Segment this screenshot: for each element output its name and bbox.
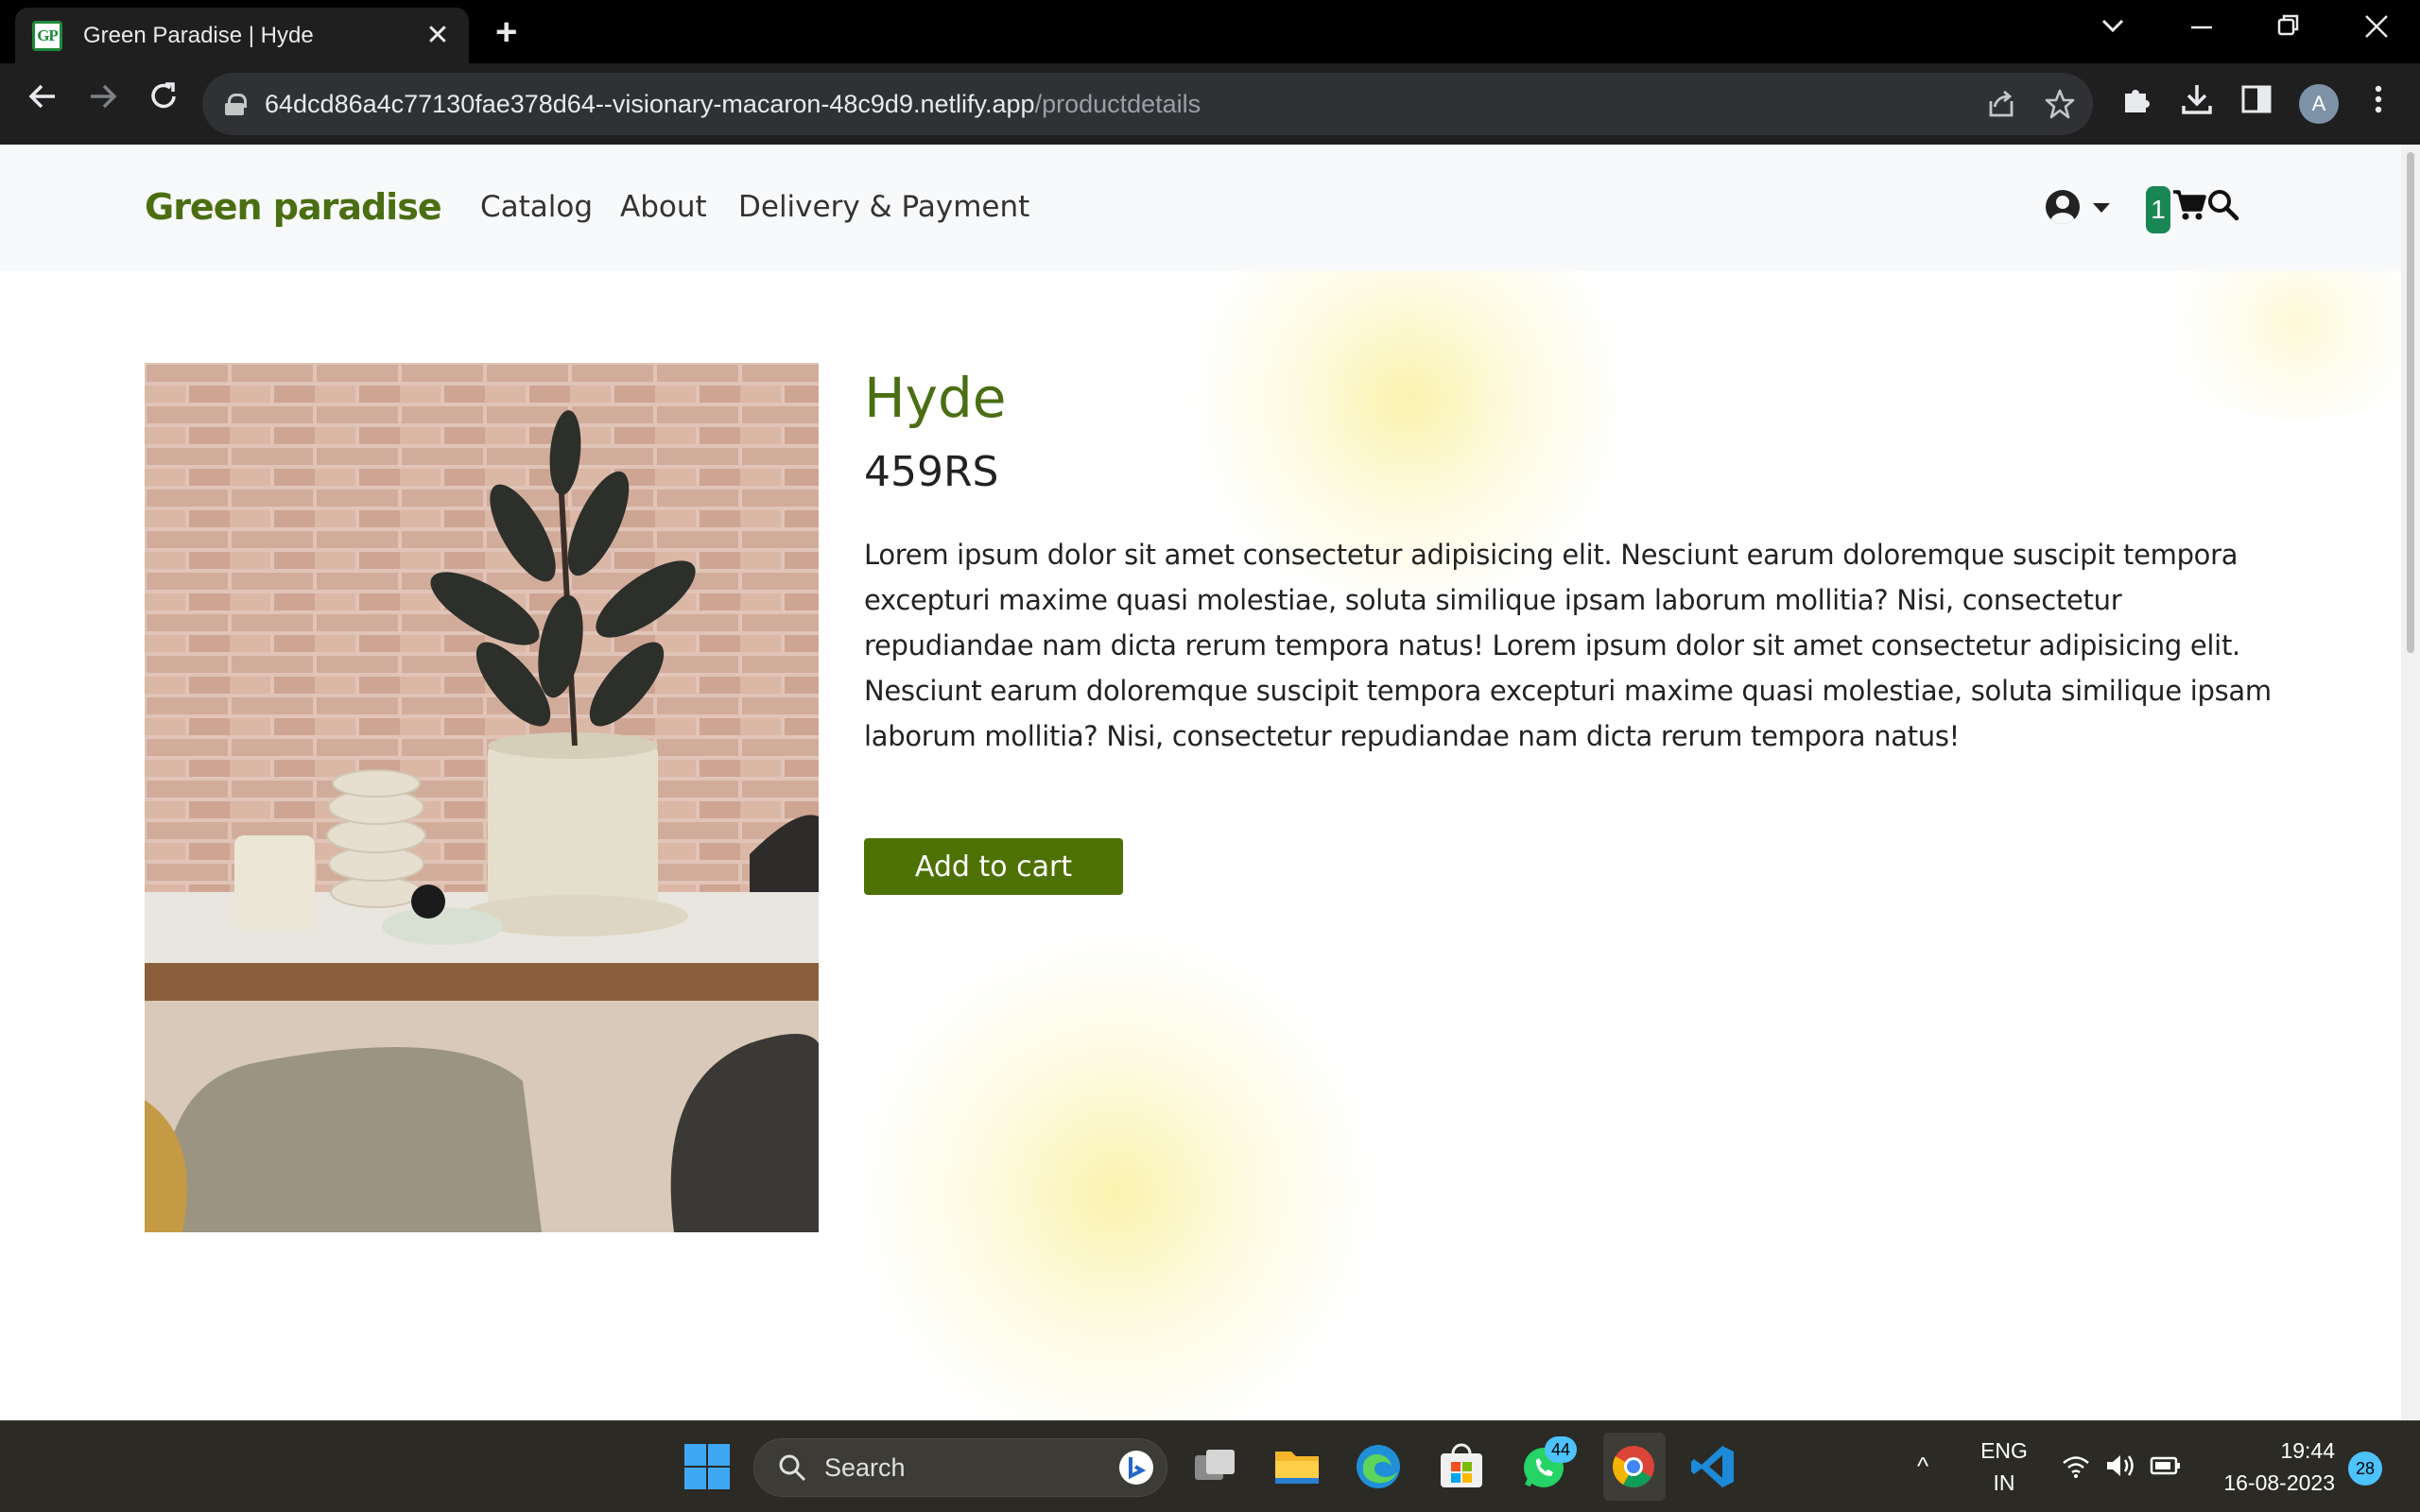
os-taskbar: Search 44 ^ ENG IN 19:44 16-08-2023 28 [0, 1420, 2420, 1512]
site-favicon-icon: GP [32, 20, 62, 51]
region-indicator[interactable]: IN [1976, 1470, 2032, 1496]
battery-icon[interactable] [2150, 1453, 2182, 1484]
microsoft-store-icon[interactable] [1437, 1442, 1486, 1491]
back-arrow-icon[interactable] [19, 80, 66, 120]
extensions-puzzle-icon[interactable] [2119, 82, 2153, 125]
search-icon[interactable] [2206, 188, 2240, 227]
user-account-icon[interactable] [2046, 190, 2080, 224]
tab-title: Green Paradise | Hyde [83, 22, 314, 48]
clock-date[interactable]: 16-08-2023 [2203, 1470, 2335, 1496]
site-brand-logo[interactable]: Green paradise [145, 186, 442, 228]
notification-count-badge[interactable]: 28 [2348, 1452, 2382, 1486]
taskbar-search-label: Search [824, 1452, 906, 1482]
new-tab-icon[interactable]: + [495, 13, 517, 51]
file-explorer-icon[interactable] [1272, 1442, 1322, 1491]
side-panel-icon[interactable] [2240, 82, 2273, 125]
web-page: Green paradise Catalog About Delivery & … [0, 145, 2420, 1420]
cart-count-badge[interactable]: 1 [2146, 186, 2170, 233]
tab-strip: GP Green Paradise | Hyde ✕ + [0, 0, 2420, 63]
edge-browser-icon[interactable] [1354, 1442, 1403, 1491]
scrollbar-thumb[interactable] [2407, 152, 2414, 653]
windows-start-icon[interactable] [683, 1442, 732, 1491]
vscode-icon[interactable] [1688, 1442, 1737, 1491]
nav-link-delivery-payment[interactable]: Delivery & Payment [738, 190, 1029, 224]
close-window-icon[interactable] [2363, 11, 2390, 46]
shopping-cart-icon[interactable] [2172, 186, 2206, 227]
site-navbar: Green paradise Catalog About Delivery & … [0, 145, 2401, 271]
browser-tab[interactable]: GP Green Paradise | Hyde ✕ [15, 8, 469, 63]
wifi-icon[interactable] [2061, 1452, 2091, 1486]
url-path: /productdetails [1034, 89, 1201, 118]
download-icon[interactable] [2180, 82, 2214, 125]
search-icon [779, 1454, 806, 1482]
reload-icon[interactable] [140, 80, 187, 120]
task-view-icon[interactable] [1191, 1442, 1240, 1491]
product-title: Hyde [864, 366, 1007, 430]
volume-icon[interactable] [2104, 1452, 2136, 1486]
chrome-icon[interactable] [1609, 1442, 1658, 1491]
language-indicator[interactable]: ENG [1976, 1438, 2032, 1464]
share-icon[interactable] [1985, 88, 2017, 128]
product-price: 459RS [864, 448, 999, 496]
add-to-cart-button[interactable]: Add to cart [864, 838, 1123, 895]
bookmark-star-icon[interactable] [2044, 88, 2076, 128]
browser-toolbar: 64dcd86a4c77130fae378d64--visionary-maca… [0, 63, 2420, 145]
taskbar-search-box[interactable]: Search [753, 1438, 1167, 1497]
forward-arrow-icon[interactable] [79, 80, 127, 120]
product-description: Lorem ipsum dolor sit amet consectetur a… [864, 539, 2272, 752]
nav-link-about[interactable]: About [620, 190, 707, 224]
clock-time[interactable]: 19:44 [2203, 1438, 2335, 1464]
page-scrollbar[interactable] [2401, 145, 2420, 1420]
bing-icon[interactable] [1117, 1449, 1155, 1486]
dropdown-caret-icon[interactable] [2093, 203, 2110, 213]
tab-search-chevron-icon[interactable] [2100, 11, 2125, 46]
url-host: 64dcd86a4c77130fae378d64--visionary-maca… [265, 89, 1035, 118]
whatsapp-badge: 44 [1545, 1436, 1577, 1463]
nav-link-catalog[interactable]: Catalog [480, 190, 593, 224]
profile-avatar[interactable]: A [2299, 84, 2339, 124]
lock-icon[interactable] [225, 94, 247, 115]
minimize-icon[interactable] [2189, 11, 2214, 46]
decorative-glow [851, 929, 1380, 1420]
restore-icon[interactable] [2276, 11, 2301, 46]
show-hidden-icons-chevron-icon[interactable]: ^ [1917, 1452, 1928, 1481]
close-tab-icon[interactable]: ✕ [424, 21, 452, 50]
more-menu-icon[interactable] [2371, 82, 2386, 125]
address-bar[interactable]: 64dcd86a4c77130fae378d64--visionary-maca… [202, 73, 2093, 135]
product-image [145, 363, 819, 1232]
